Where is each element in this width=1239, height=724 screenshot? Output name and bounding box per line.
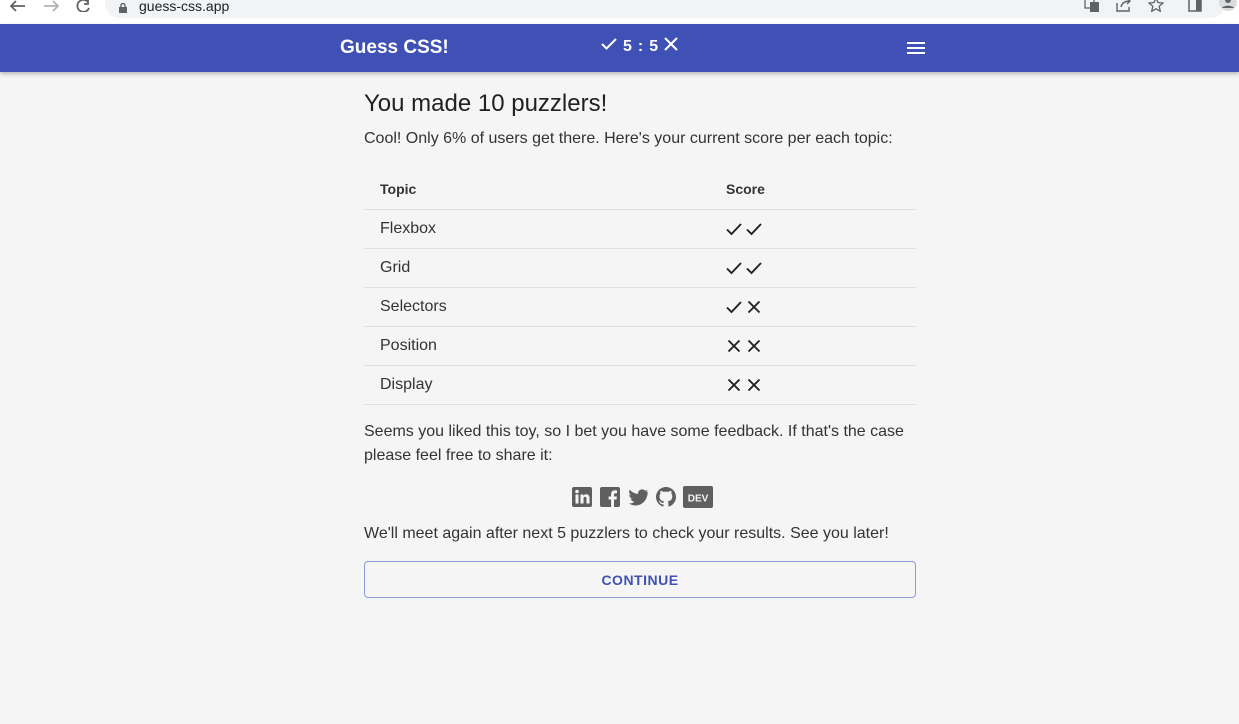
check-icon	[726, 299, 742, 315]
app-header: Guess CSS! 5 : 5	[0, 24, 1239, 72]
table-row: Flexbox	[364, 209, 916, 249]
table-row: Display	[364, 365, 916, 405]
cross-icon	[664, 37, 678, 56]
github-icon[interactable]	[655, 486, 677, 508]
app-title[interactable]: Guess CSS!	[340, 37, 449, 59]
bookmark-star-icon[interactable]	[1147, 0, 1165, 13]
linkedin-icon[interactable]	[571, 486, 593, 508]
reload-icon[interactable]	[75, 0, 91, 14]
topic-cell: Position	[364, 326, 710, 366]
back-icon[interactable]	[9, 0, 26, 14]
side-panel-icon[interactable]	[1188, 0, 1204, 12]
column-header-topic: Topic	[364, 169, 710, 210]
cross-icon	[746, 299, 762, 315]
cross-icon	[726, 377, 742, 393]
score-correct: 5	[623, 37, 632, 55]
forward-icon[interactable]	[43, 0, 60, 14]
social-links: DEV	[368, 486, 916, 508]
twitter-icon[interactable]	[627, 486, 649, 508]
topic-cell: Selectors	[364, 287, 710, 327]
page-title: You made 10 puzzlers!	[364, 90, 608, 117]
table-row: Grid	[364, 248, 916, 288]
continue-button[interactable]: CONTINUE	[364, 561, 916, 598]
score-separator: :	[637, 37, 644, 55]
check-icon	[601, 37, 617, 56]
check-icon	[746, 260, 762, 276]
facebook-icon[interactable]	[599, 486, 621, 508]
check-icon	[726, 260, 742, 276]
score-wrong: 5	[649, 37, 659, 55]
topic-cell: Display	[364, 365, 710, 405]
browser-toolbar: guess-css.app	[0, 0, 1239, 24]
score-table: Topic Score Flexbox Grid Selectors Position…	[364, 169, 916, 405]
translate-icon[interactable]	[1084, 0, 1100, 12]
address-bar[interactable]	[105, 0, 1225, 18]
table-row: Selectors	[364, 287, 916, 327]
column-header-score: Score	[710, 169, 916, 210]
feedback-text: Seems you liked this toy, so I bet you h…	[364, 423, 904, 464]
lock-icon	[118, 0, 128, 13]
share-icon[interactable]	[1116, 0, 1132, 12]
cross-icon	[746, 377, 762, 393]
cross-icon	[746, 338, 762, 354]
cross-icon	[726, 338, 742, 354]
intro-text: Cool! Only 6% of users get there. Here's…	[364, 130, 893, 147]
score-cell	[710, 365, 916, 405]
score-cell	[710, 209, 916, 249]
score-cell	[710, 248, 916, 288]
check-icon	[746, 221, 762, 237]
outro-text: We'll meet again after next 5 puzzlers t…	[364, 525, 889, 542]
score-cell	[710, 326, 916, 366]
topic-cell: Flexbox	[364, 209, 710, 249]
topic-cell: Grid	[364, 248, 710, 288]
hamburger-menu-icon[interactable]	[906, 40, 926, 56]
table-row: Position	[364, 326, 916, 366]
score-counter: 5 : 5	[601, 37, 678, 56]
profile-avatar-icon[interactable]	[1218, 0, 1238, 12]
url-text[interactable]: guess-css.app	[139, 0, 229, 14]
check-icon	[726, 221, 742, 237]
dev-icon-label: DEV	[688, 494, 709, 505]
dev-icon[interactable]: DEV	[683, 486, 713, 508]
score-cell	[710, 287, 916, 327]
results-panel: You made 10 puzzlers! Cool! Only 6% of u…	[364, 88, 916, 598]
table-header-row: Topic Score	[364, 169, 916, 210]
